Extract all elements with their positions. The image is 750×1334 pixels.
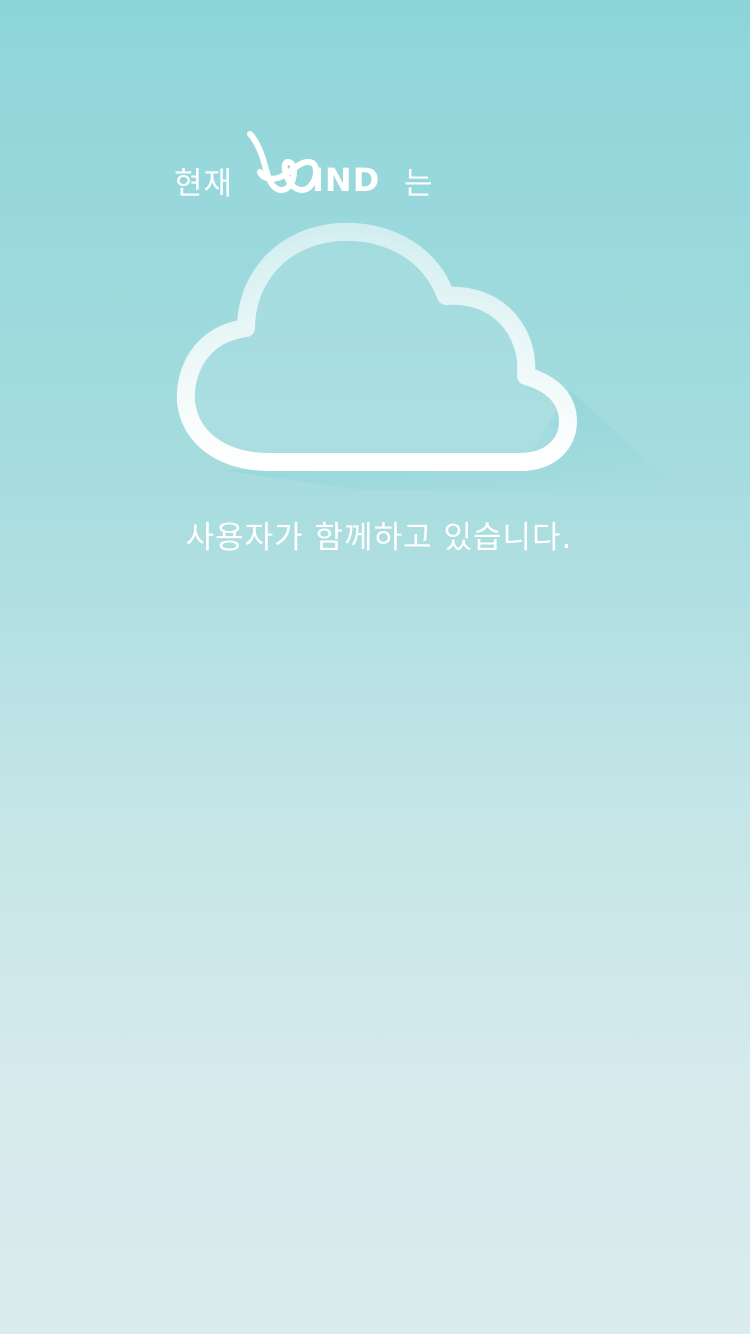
brand-name: IND [312, 161, 381, 199]
status-message: 사용자가 함께하고 있습니다. [185, 520, 573, 556]
cloud-icon [176, 222, 680, 490]
headline-prefix: 현재 [174, 166, 234, 202]
headline-suffix: 는 [404, 166, 433, 202]
splash-screen: 현재 IND 는 사용자가 함께하고 있습니다. [0, 0, 750, 1334]
headline: 현재 IND 는 [0, 128, 750, 208]
